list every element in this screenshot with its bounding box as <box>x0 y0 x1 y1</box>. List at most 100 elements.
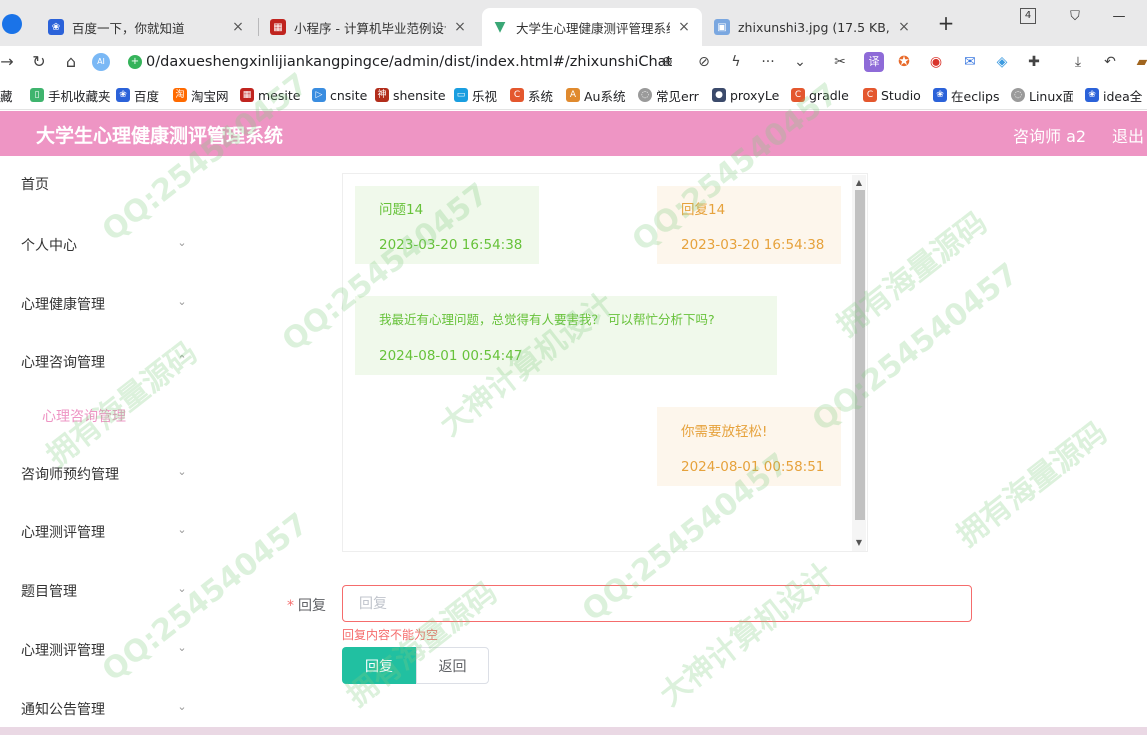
scroll-up-arrow-icon[interactable]: ▲ <box>852 176 866 190</box>
tab-title: zhixunshi3.jpg (17.5 KB,500 <box>738 19 890 35</box>
more-icon[interactable]: ··· <box>758 52 778 72</box>
sidebar-item-notices[interactable]: 通知公告管理 <box>21 699 105 719</box>
current-user: 咨询师 a2 <box>1013 127 1087 146</box>
bookmark-item[interactable]: Cgradle <box>791 86 851 104</box>
bookmark-item[interactable]: 神 shensite <box>375 86 446 104</box>
sidebar-subitem-counseling[interactable]: 心理咨询管理 <box>42 406 126 426</box>
chevron-down-icon: ⌄ <box>177 700 187 713</box>
tab-close-icon[interactable]: × <box>452 19 468 35</box>
baidu-paw-icon: ❀ <box>116 88 130 102</box>
reload-icon[interactable]: ↻ <box>28 51 50 73</box>
tab-close-icon[interactable]: × <box>896 19 912 35</box>
browser-tab-baidu[interactable]: ❀ 百度一下，你就知道 × <box>38 8 256 46</box>
bookmark-label: 在eclips <box>951 88 999 104</box>
sidebar-item-profile[interactable]: 个人中心 <box>21 235 77 255</box>
bookmark-label: 藏 <box>0 88 13 104</box>
sidebar-item-questions[interactable]: 题目管理 <box>21 581 77 601</box>
bookmark-item[interactable]: C Studio <box>863 86 921 104</box>
tab-count-icon[interactable]: 4 <box>1020 8 1036 24</box>
bookmark-item[interactable]: ▯ 手机收藏夹 <box>30 86 111 104</box>
zoom-icon[interactable]: ⊕ <box>657 52 677 72</box>
question-time: 2024-08-01 00:54:47 <box>379 348 523 364</box>
mail-icon[interactable]: ✉ <box>960 52 980 72</box>
chevron-down-icon: ⌄ <box>177 236 187 249</box>
bookmark-label: 淘宝网 <box>191 88 229 104</box>
url-field[interactable]: + 0/daxueshengxinlijiankangpingce/admin/… <box>128 48 688 76</box>
reply-input[interactable] <box>342 585 972 622</box>
sidebar-item-assessment-2[interactable]: 心理测评管理 <box>21 640 105 660</box>
ai-assistant-icon[interactable]: AI <box>92 53 110 71</box>
home-icon[interactable]: ⌂ <box>60 51 82 73</box>
sidebar-item-appointments[interactable]: 咨询师预约管理 <box>21 464 119 484</box>
c-icon: C <box>510 88 524 102</box>
new-tab-button[interactable]: + <box>934 12 958 36</box>
phone-icon: ▯ <box>30 88 44 102</box>
question-text: 我最近有心理问题，总觉得有人要害我？ 可以帮忙分析下吗? <box>379 312 715 327</box>
bookmark-label: shensite <box>393 87 446 103</box>
baidu-paw-icon: ❀ <box>933 88 947 102</box>
bookmark-item[interactable]: ❀ 百度 <box>116 86 159 104</box>
question-bubble: 我最近有心理问题，总觉得有人要害我？ 可以帮忙分析下吗? 2024-08-01 … <box>355 296 777 375</box>
c-icon: C <box>863 88 877 102</box>
logout-link[interactable]: 退出 <box>1112 123 1144 147</box>
bookmark-item[interactable]: 淘淘宝网 <box>173 86 229 104</box>
bookmark-item[interactable]: A Au系统 <box>566 86 625 104</box>
chevron-down-icon[interactable]: ⌄ <box>790 52 810 72</box>
scroll-down-arrow-icon[interactable]: ▼ <box>852 536 866 550</box>
reply-bubble: 回复14 2023-03-20 16:54:38 <box>657 186 841 264</box>
compass-icon[interactable]: ⊘ <box>694 52 714 72</box>
question-time: 2023-03-20 16:54:38 <box>379 237 523 253</box>
bookmark-item[interactable]: 藏 <box>0 86 13 104</box>
minimize-icon[interactable]: — <box>1108 6 1130 28</box>
bookmarks-bar: 藏 ▯ 手机收藏夹 ❀ 百度 淘淘宝网 ▦ mesite ▷ cnsite 神 shens… <box>0 80 1147 110</box>
back-button[interactable]: 返回 <box>416 647 489 684</box>
bookmark-item[interactable]: ▭ 乐视 <box>454 86 497 104</box>
bookmark-label: 百度 <box>134 88 160 104</box>
game-icon[interactable]: ✪ <box>894 52 914 72</box>
bookmark-item[interactable]: ❀ idea全 <box>1085 86 1147 104</box>
bag-icon[interactable]: ▰ <box>1132 52 1147 72</box>
forward-icon[interactable]: → <box>0 51 18 73</box>
sidebar-item-home[interactable]: 首页 <box>21 174 49 194</box>
sync-icon[interactable]: ◈ <box>992 52 1012 72</box>
bookmark-label: cnsite <box>330 87 368 103</box>
browser-app-icon[interactable] <box>2 14 22 34</box>
tab-separator <box>258 18 259 36</box>
lightning-icon[interactable]: ϟ <box>726 52 746 72</box>
scissors-icon[interactable]: ✂ <box>830 52 850 72</box>
reply-submit-button[interactable]: 回复 <box>342 647 416 684</box>
reply-label: * 回复 <box>287 595 326 615</box>
bookmark-item[interactable]: ● proxyLe <box>712 86 780 104</box>
reply-text: 回复14 <box>681 202 726 218</box>
globe-icon: ◌ <box>638 88 652 102</box>
baidu-paw-icon: ❀ <box>1085 88 1099 102</box>
bookmark-item[interactable]: ◌ 常见err <box>638 86 700 104</box>
tab-close-icon[interactable]: × <box>230 19 246 35</box>
weibo-icon[interactable]: ◉ <box>926 52 946 72</box>
bookmark-item[interactable]: ▷ cnsite <box>312 86 367 104</box>
sidebar-item-counseling[interactable]: 心理咨询管理 <box>21 352 105 372</box>
bookmark-item[interactable]: ▦ mesite <box>240 86 300 104</box>
browser-tab-miniprogram[interactable]: ▦ 小程序 - 计算机毕业范例设计 × <box>260 8 478 46</box>
tab-title: 小程序 - 计算机毕业范例设计 <box>294 20 446 36</box>
tab-title: 大学生心理健康测评管理系统 <box>516 20 670 36</box>
translate-icon[interactable]: 译 <box>864 52 884 72</box>
browser-tab-image[interactable]: ▣ zhixunshi3.jpg (17.5 KB,500 × <box>704 8 922 46</box>
bookmark-label: 系统 <box>528 88 554 104</box>
download-icon[interactable]: ⤓ <box>1068 52 1088 72</box>
extensions-icon[interactable]: ✚ <box>1024 52 1044 72</box>
bookmark-item[interactable]: ◌ Linux面 <box>1011 86 1073 104</box>
bookmark-item[interactable]: ❀ 在eclips <box>933 86 999 104</box>
chat-scrollbar-thumb[interactable] <box>855 190 865 520</box>
url-text: 0/daxueshengxinlijiankangpingce/admin/di… <box>146 54 673 70</box>
browser-tab-system[interactable]: ▼ 大学生心理健康测评管理系统 × <box>482 8 702 46</box>
reply-bubble: 你需要放轻松! 2024-08-01 00:58:51 <box>657 407 841 486</box>
undo-icon[interactable]: ↶ <box>1100 52 1120 72</box>
shirt-icon[interactable]: ⛉ <box>1064 6 1086 28</box>
tab-close-icon[interactable]: × <box>676 19 692 35</box>
bookmark-item[interactable]: C 系统 <box>510 86 553 104</box>
vue-logo-icon: ▼ <box>494 19 506 35</box>
tv-icon: ▭ <box>454 88 468 102</box>
sidebar-item-assessment[interactable]: 心理测评管理 <box>21 522 105 542</box>
sidebar-item-mental-health[interactable]: 心理健康管理 <box>21 294 105 314</box>
